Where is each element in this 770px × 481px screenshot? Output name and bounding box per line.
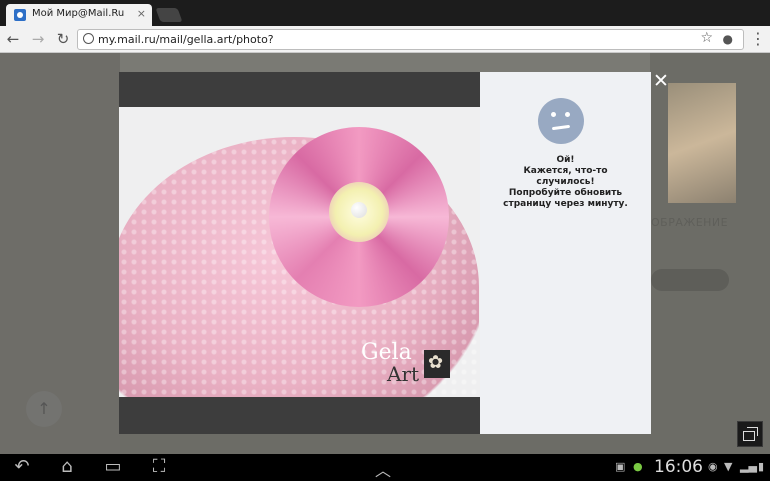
background-thumbnail-strip [120,53,650,73]
sad-face-icon [538,98,584,144]
url-text[interactable]: my.mail.ru/mail/gella.art/photo? [98,33,274,46]
error-line-5: страницу через минуту. [503,199,628,209]
page-background: ОБРАЖЕНИЕ ↑ Gela Art Ой! Кажется, что-то… [0,53,770,454]
bookmark-star-icon[interactable]: ☆ [700,30,713,46]
android-notification-icon: ● [633,460,643,473]
flower-image [269,127,449,307]
error-message: Ой! Кажется, что-то случилось! Попробуйт… [488,155,643,210]
system-up-chevron-icon[interactable]: ︿ [375,457,391,481]
system-home-button[interactable]: ⌂ [55,457,79,477]
background-left-column [0,53,120,454]
error-line-1: Ой! [556,155,575,165]
system-navigation-bar: ↶ ⌂ ▭ ⛶ ︿ ▣ ● 16:06 ◉ ▼ ▂▄ ▮ [0,454,770,481]
gallery-notification-icon: ▣ [615,460,626,473]
system-recent-apps-button[interactable]: ▭ [101,457,125,477]
tab-strip: Мой Мир@Mail.Ru × [0,0,770,26]
new-tab-button[interactable] [155,8,183,22]
watermark-art: Art [387,362,420,386]
error-line-2: Кажется, что-то [523,166,608,176]
globe-icon [83,33,94,44]
background-profile-photo [668,83,736,203]
voice-search-mic-icon[interactable]: ● [723,32,733,46]
signal-icon: ▂▄ [740,460,757,473]
system-back-button[interactable]: ↶ [10,457,34,477]
wifi-icon: ▼ [724,460,733,473]
close-viewer-button[interactable]: ✕ [651,71,671,91]
eye-status-icon: ◉ [708,460,718,473]
reload-button[interactable]: ↻ [54,30,72,48]
error-panel: Ой! Кажется, что-то случилось! Попробуйт… [480,72,651,434]
back-button[interactable]: ← [4,30,22,48]
watermark-logo-icon [424,350,450,378]
overflow-menu-icon[interactable]: ⋮ [750,30,766,48]
forward-button[interactable]: → [29,30,47,48]
background-button [651,269,729,291]
status-clock: 16:06 [654,457,703,477]
browser-toolbar: ← → ↻ my.mail.ru/mail/gella.art/photo? ☆… [0,26,770,53]
photo-viewer: Gela Art [119,72,480,434]
error-line-3: случилось! [536,177,595,187]
scroll-to-top-button[interactable]: ↑ [26,391,62,427]
photo-knitted-hat[interactable]: Gela Art [119,107,480,397]
system-screenshot-button[interactable]: ⛶ [147,457,171,477]
window-mode-button[interactable] [737,421,763,447]
mail-ru-favicon-icon [14,9,26,21]
tab-title: Мой Мир@Mail.Ru [32,8,125,19]
browser-tab[interactable]: Мой Мир@Mail.Ru × [6,4,152,26]
battery-icon: ▮ [758,460,765,473]
address-bar[interactable]: my.mail.ru/mail/gella.art/photo? ☆ ● [77,29,744,50]
background-heading: ОБРАЖЕНИЕ [651,216,729,229]
tab-close-icon[interactable]: × [137,7,146,20]
error-line-4: Попробуйте обновить [508,188,623,198]
